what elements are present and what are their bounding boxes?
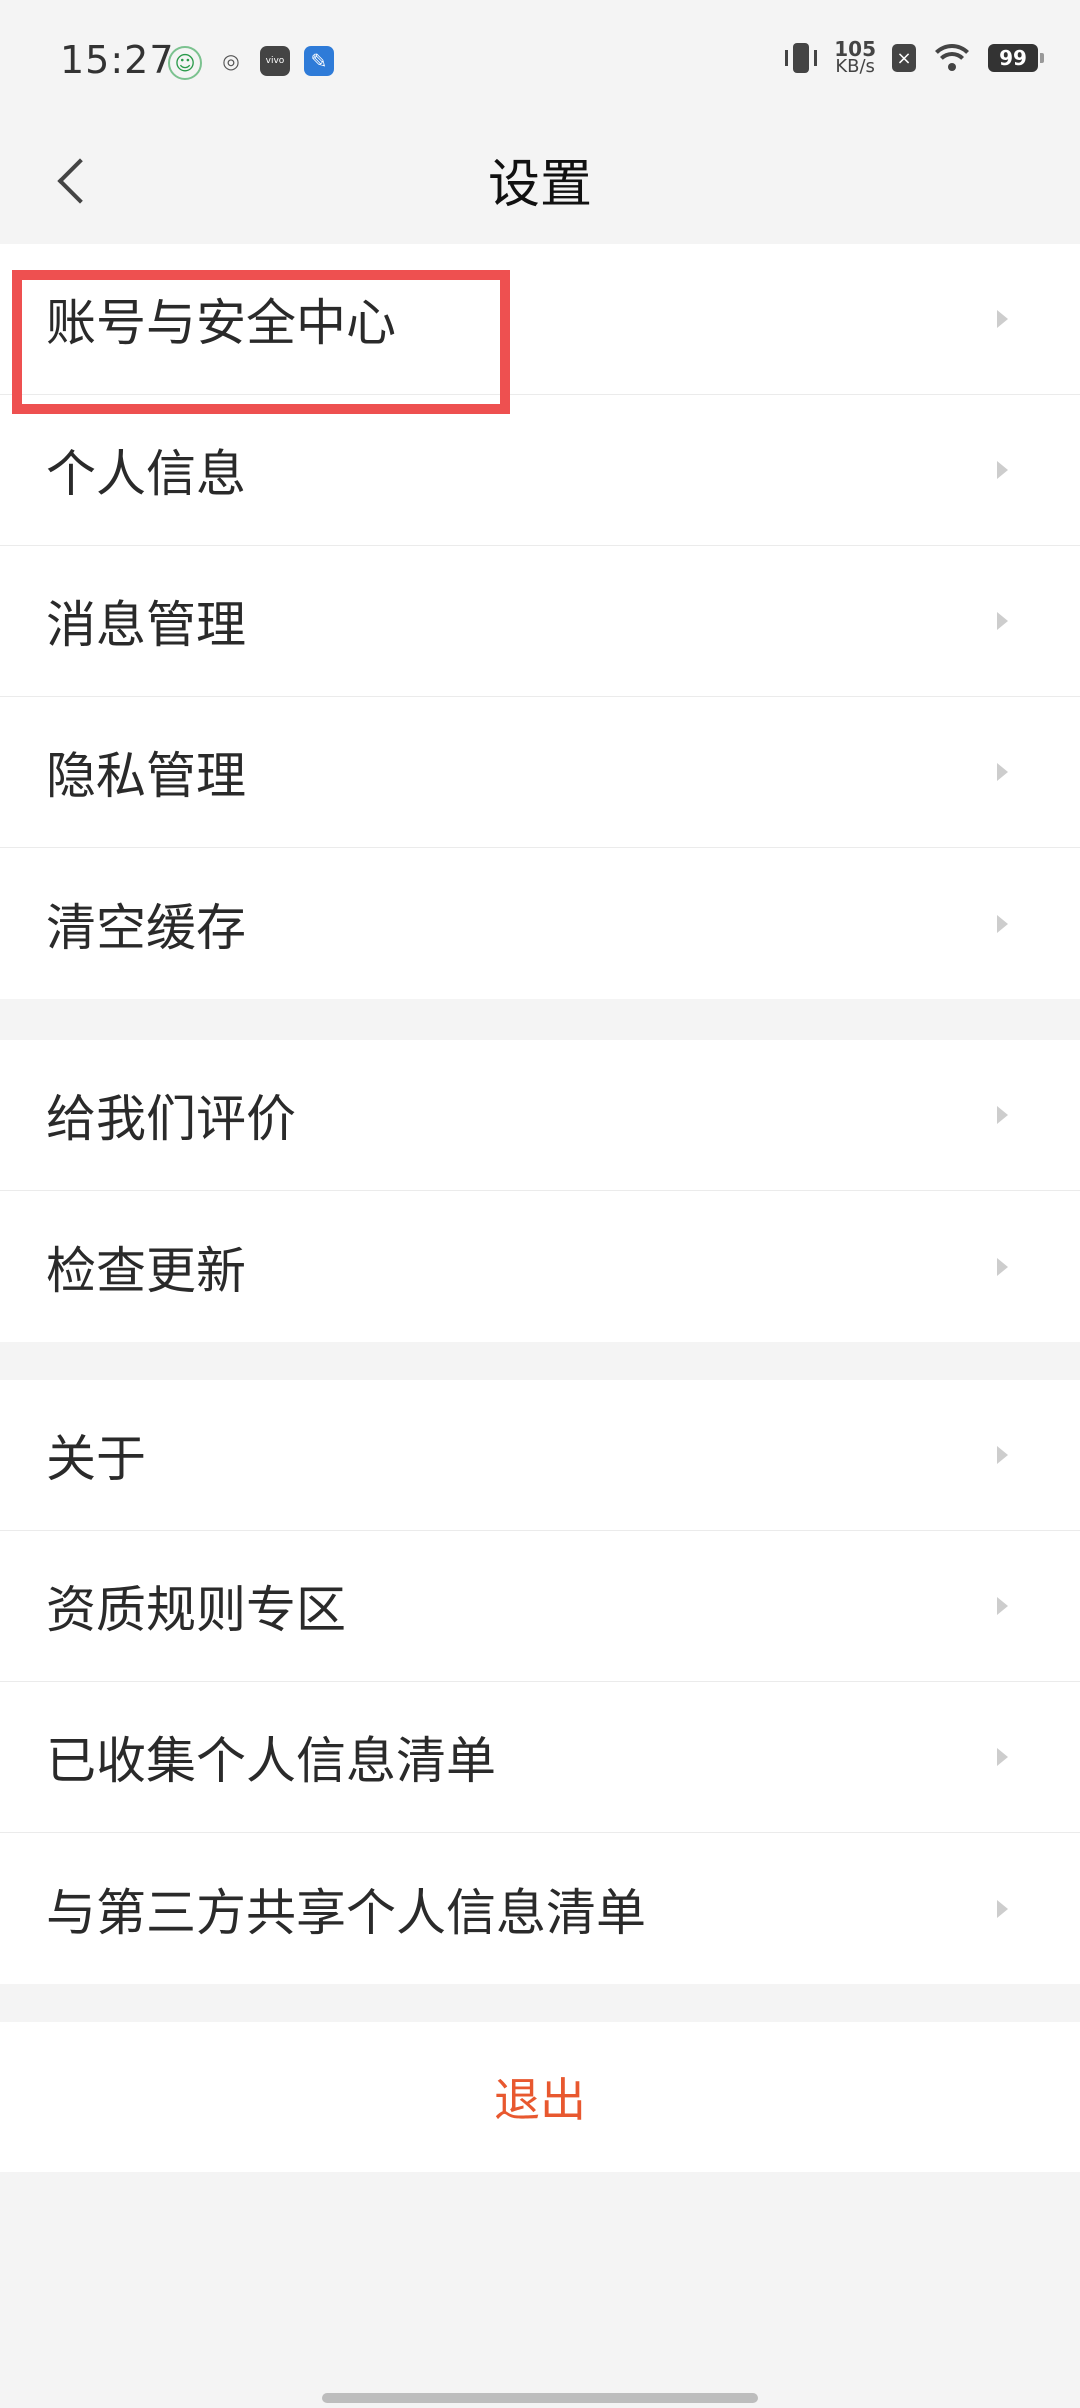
- no-sim-icon: ×: [892, 44, 916, 72]
- page-title: 设置: [487, 155, 592, 215]
- settings-item-third-party-sharing-list[interactable]: 与第三方共享个人信息清单: [0, 1833, 1080, 1984]
- network-speed-unit: KB/s: [835, 56, 875, 77]
- settings-item-label: 个人信息: [46, 445, 246, 503]
- settings-item-label: 检查更新: [46, 1241, 246, 1300]
- settings-item-check-update[interactable]: 检查更新: [0, 1191, 1080, 1342]
- battery-icon: 99: [988, 44, 1044, 72]
- settings-item-rate-us[interactable]: 给我们评价: [0, 1040, 1080, 1191]
- settings-item-label: 与第三方共享个人信息清单: [46, 1883, 646, 1942]
- logout-button[interactable]: 退出: [0, 2022, 1080, 2172]
- logout-label: 退出: [494, 2073, 586, 2127]
- chevron-right-icon: [997, 763, 1008, 781]
- status-time: 15:27: [60, 38, 175, 82]
- chevron-right-icon: [997, 461, 1008, 479]
- settings-group-feedback: 给我们评价 检查更新: [0, 1040, 1080, 1342]
- settings-item-privacy-management[interactable]: 隐私管理: [0, 697, 1080, 848]
- chevron-right-icon: [997, 1257, 1008, 1276]
- settings-item-label: 消息管理: [46, 596, 246, 654]
- settings-item-personal-info[interactable]: 个人信息: [0, 395, 1080, 546]
- browser-icon: ◎: [222, 49, 240, 73]
- settings-item-label: 关于: [46, 1430, 146, 1488]
- network-speed: 105 KB/s: [834, 39, 876, 77]
- chevron-right-icon: [997, 914, 1008, 933]
- qq-icon: ☺: [168, 46, 202, 80]
- chevron-right-icon: [997, 612, 1008, 630]
- settings-item-label: 隐私管理: [46, 747, 246, 805]
- settings-item-account-security[interactable]: 账号与安全中心: [0, 244, 1080, 395]
- settings-item-message-management[interactable]: 消息管理: [0, 546, 1080, 697]
- system-status: 105 KB/s × 99: [784, 39, 1044, 77]
- settings-item-collected-info-list[interactable]: 已收集个人信息清单: [0, 1682, 1080, 1833]
- settings-item-label: 给我们评价: [46, 1090, 296, 1148]
- settings-item-qualification-rules[interactable]: 资质规则专区: [0, 1531, 1080, 1682]
- home-indicator[interactable]: [322, 2393, 758, 2403]
- vivo-icon: vivo: [260, 46, 290, 76]
- chevron-right-icon: [997, 1748, 1008, 1766]
- settings-group-account: 账号与安全中心 个人信息 消息管理 隐私管理 清空缓存: [0, 244, 1080, 999]
- settings-item-label: 账号与安全中心: [46, 294, 396, 352]
- settings-item-clear-cache[interactable]: 清空缓存: [0, 848, 1080, 999]
- notification-icons: ☺ ◎ vivo ✎: [168, 46, 334, 80]
- vibrate-icon: [784, 41, 818, 75]
- chevron-right-icon: [997, 1446, 1008, 1464]
- status-bar: 15:27 ☺ ◎ vivo ✎ 105 KB/s × 99: [0, 0, 1080, 124]
- settings-group-about: 关于 资质规则专区 已收集个人信息清单 与第三方共享个人信息清单: [0, 1380, 1080, 1984]
- settings-item-label: 已收集个人信息清单: [46, 1732, 496, 1790]
- chevron-right-icon: [997, 1597, 1008, 1615]
- chevron-right-icon: [997, 1106, 1008, 1124]
- settings-item-about[interactable]: 关于: [0, 1380, 1080, 1531]
- app-header: 设置: [0, 124, 1080, 244]
- chevron-right-icon: [997, 1899, 1008, 1918]
- wifi-icon: [932, 42, 972, 74]
- pen-app-icon: ✎: [304, 46, 334, 76]
- chevron-right-icon: [997, 310, 1008, 328]
- settings-item-label: 资质规则专区: [46, 1581, 346, 1639]
- settings-item-label: 清空缓存: [46, 898, 246, 957]
